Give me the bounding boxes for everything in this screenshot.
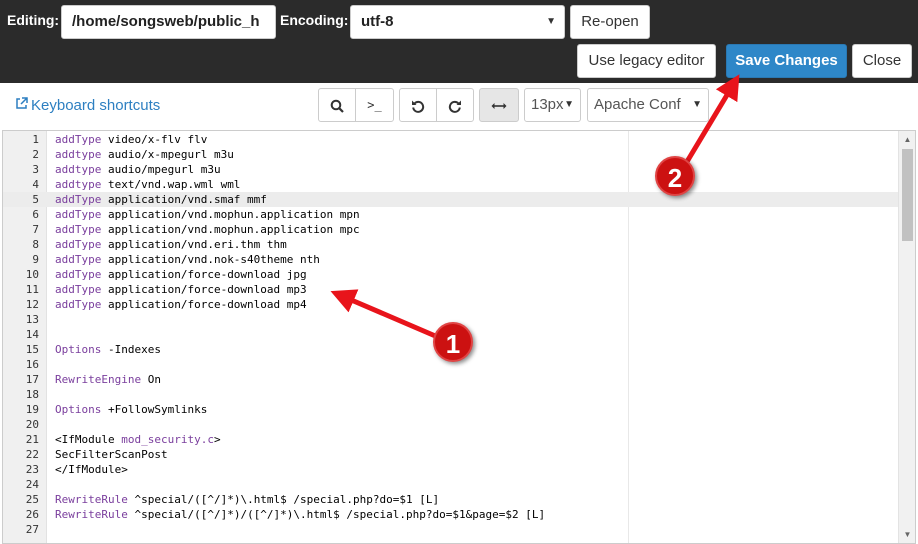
annotation-arrow-1: [330, 289, 443, 341]
annotation-arrow-2: [679, 74, 740, 173]
file-editor-screen: Editing: /home/songsweb/public_h Encodin…: [0, 0, 918, 544]
annotation-overlay: [330, 74, 740, 341]
annotation-badge-1: 1: [433, 322, 473, 362]
annotation-badge-2: 2: [655, 156, 695, 196]
